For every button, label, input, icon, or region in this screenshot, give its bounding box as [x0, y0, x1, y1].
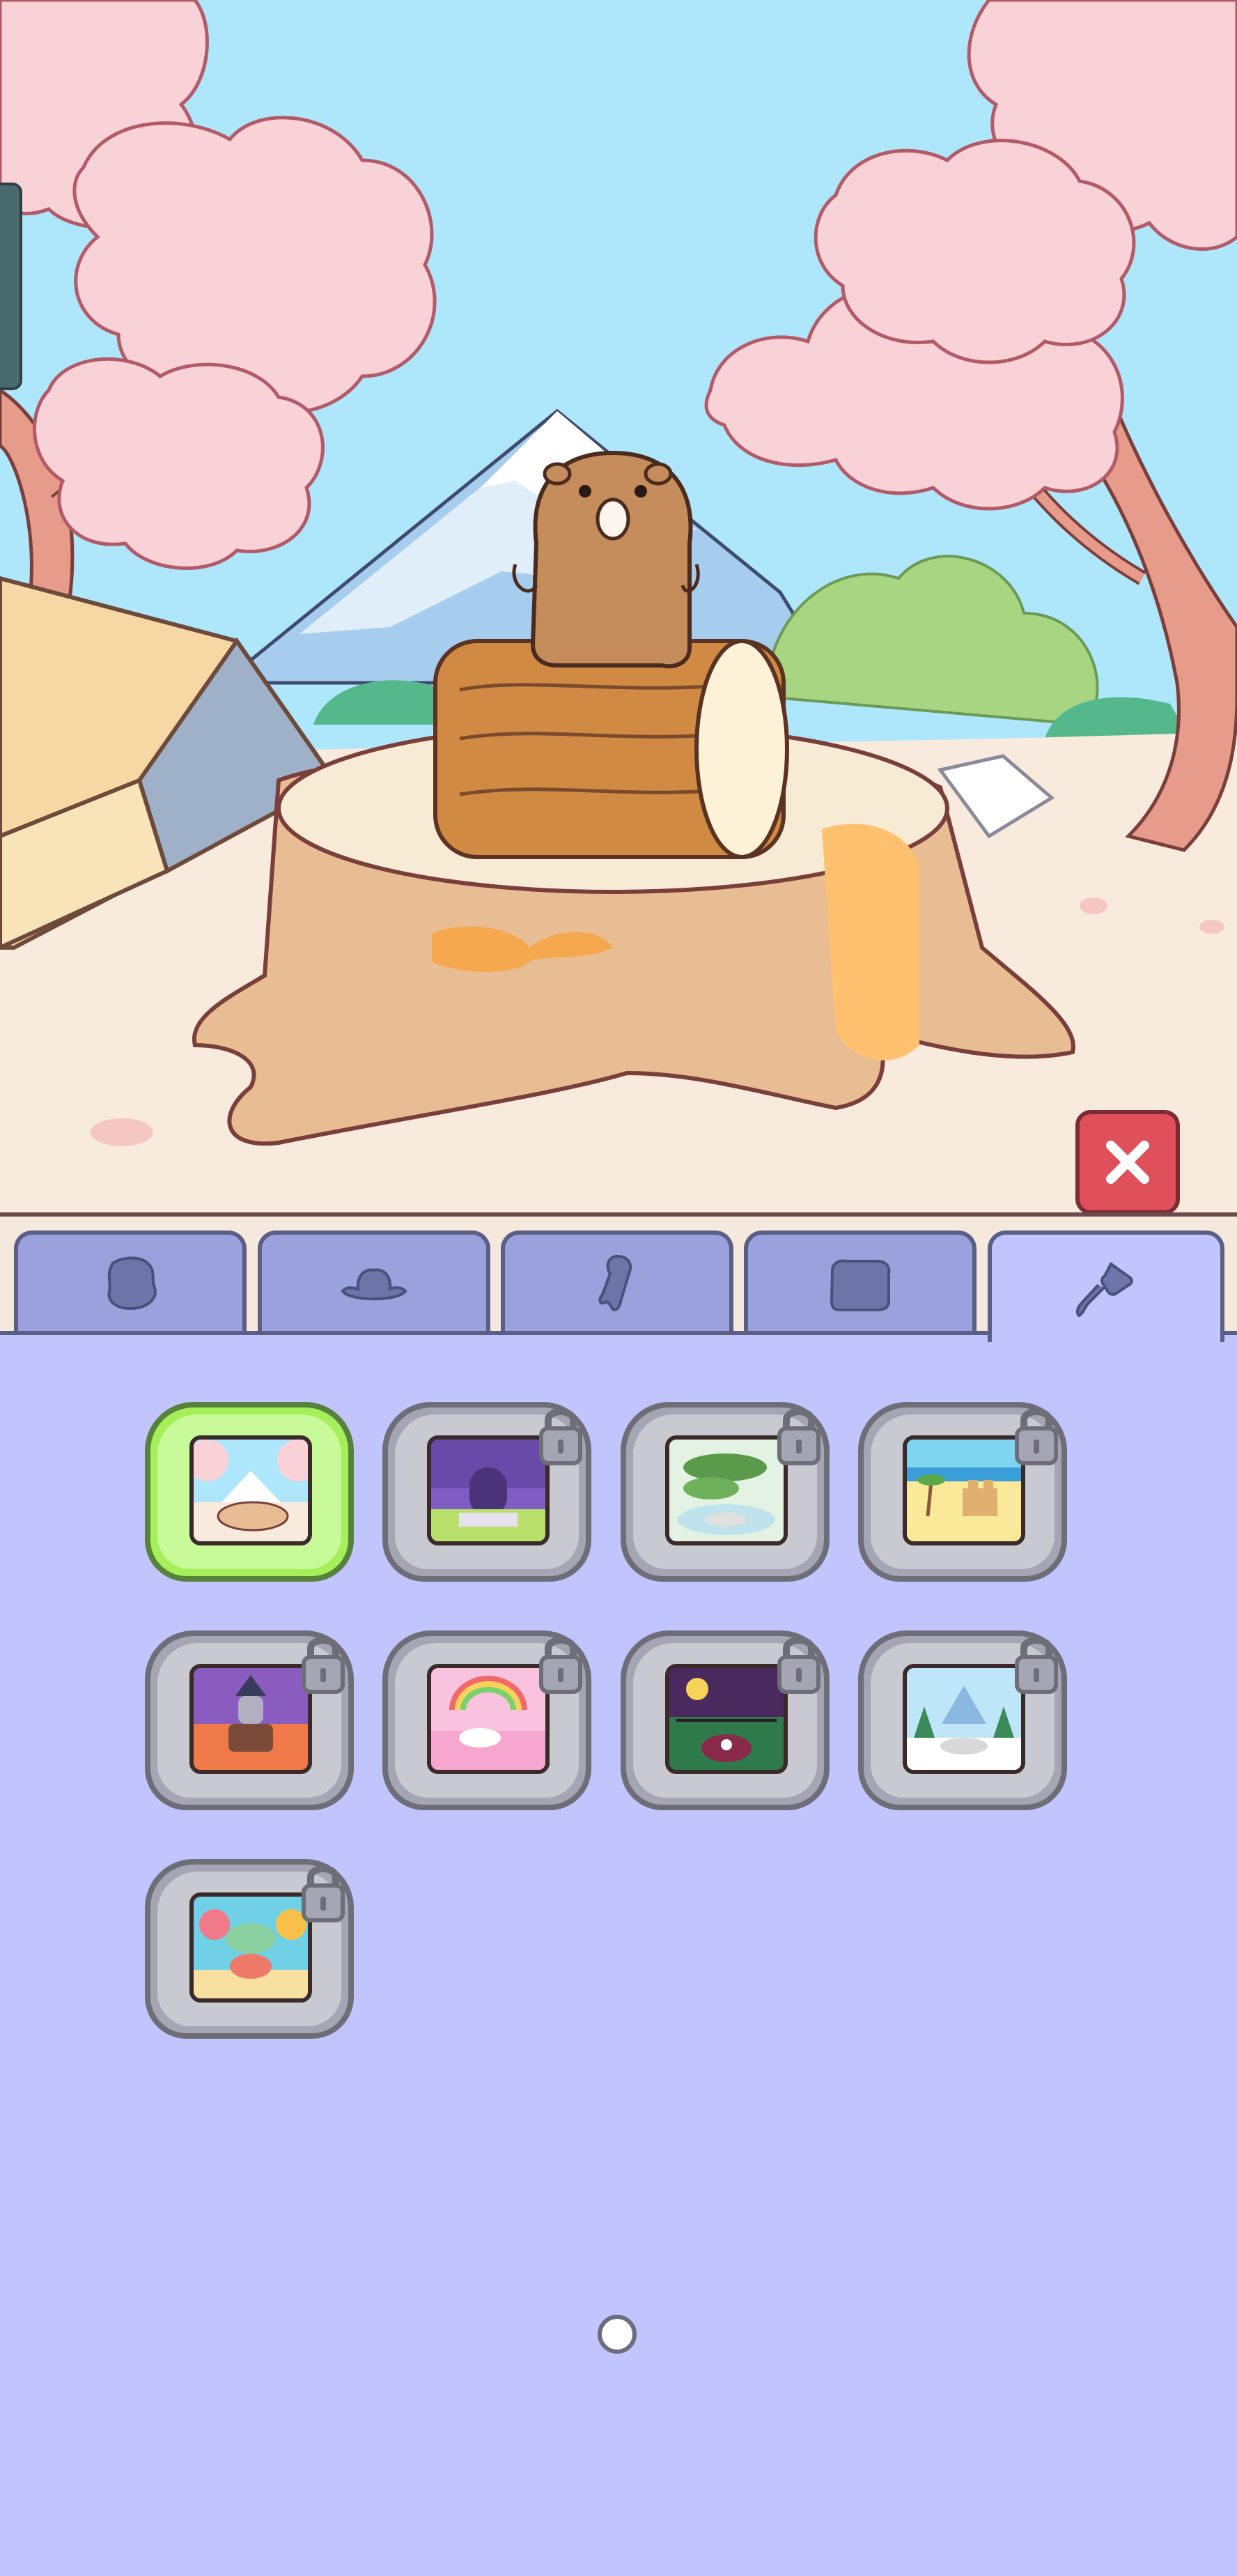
background-option-graveyard[interactable] [382, 1402, 591, 1582]
item-icon [830, 1259, 891, 1311]
scene-preview [0, 0, 1237, 1212]
background-option-beach[interactable] [858, 1402, 1067, 1582]
background-option-rainbow[interactable] [382, 1630, 591, 1810]
lock-icon [539, 1408, 582, 1465]
background-thumbnail [903, 1435, 1025, 1545]
paintbrush-icon [1075, 1262, 1133, 1318]
lock-icon [1015, 1408, 1058, 1465]
accessory-icon [598, 1254, 632, 1311]
lock-icon [539, 1637, 582, 1694]
page-indicator-dot[interactable] [598, 2315, 637, 2354]
background-thumbnail [189, 1664, 312, 1774]
background-thumbnail [427, 1435, 550, 1545]
lock-icon [777, 1637, 820, 1694]
scene-illustration [0, 0, 1237, 1212]
background-thumbnail [427, 1664, 550, 1774]
background-thumbnail [665, 1435, 788, 1545]
tab-item[interactable] [744, 1231, 977, 1334]
background-option-hot-spring[interactable] [621, 1402, 830, 1582]
tab-hat[interactable] [258, 1231, 490, 1334]
background-option-wizard[interactable] [145, 1630, 354, 1810]
background-thumbnail [903, 1664, 1025, 1774]
lock-icon [1015, 1637, 1058, 1694]
background-thumbnail [665, 1664, 788, 1774]
background-option-coral-reef[interactable] [145, 1859, 354, 2039]
tab-body[interactable] [14, 1231, 247, 1334]
tab-accessory[interactable] [501, 1231, 733, 1334]
lock-icon [302, 1637, 345, 1694]
background-option-snow[interactable] [858, 1630, 1067, 1810]
background-option-cherry-blossom[interactable] [145, 1402, 354, 1582]
lock-icon [777, 1408, 820, 1465]
background-thumbnail [189, 1435, 312, 1545]
close-button[interactable] [1075, 1110, 1180, 1214]
background-option-haunted[interactable] [621, 1630, 830, 1810]
background-thumbnail [189, 1892, 312, 2003]
body-icon [107, 1256, 157, 1311]
close-icon [1106, 1141, 1149, 1184]
side-drawer-handle[interactable] [0, 183, 22, 390]
hat-icon [341, 1268, 407, 1301]
tab-background[interactable] [988, 1231, 1224, 1342]
lock-icon [302, 1865, 345, 1922]
